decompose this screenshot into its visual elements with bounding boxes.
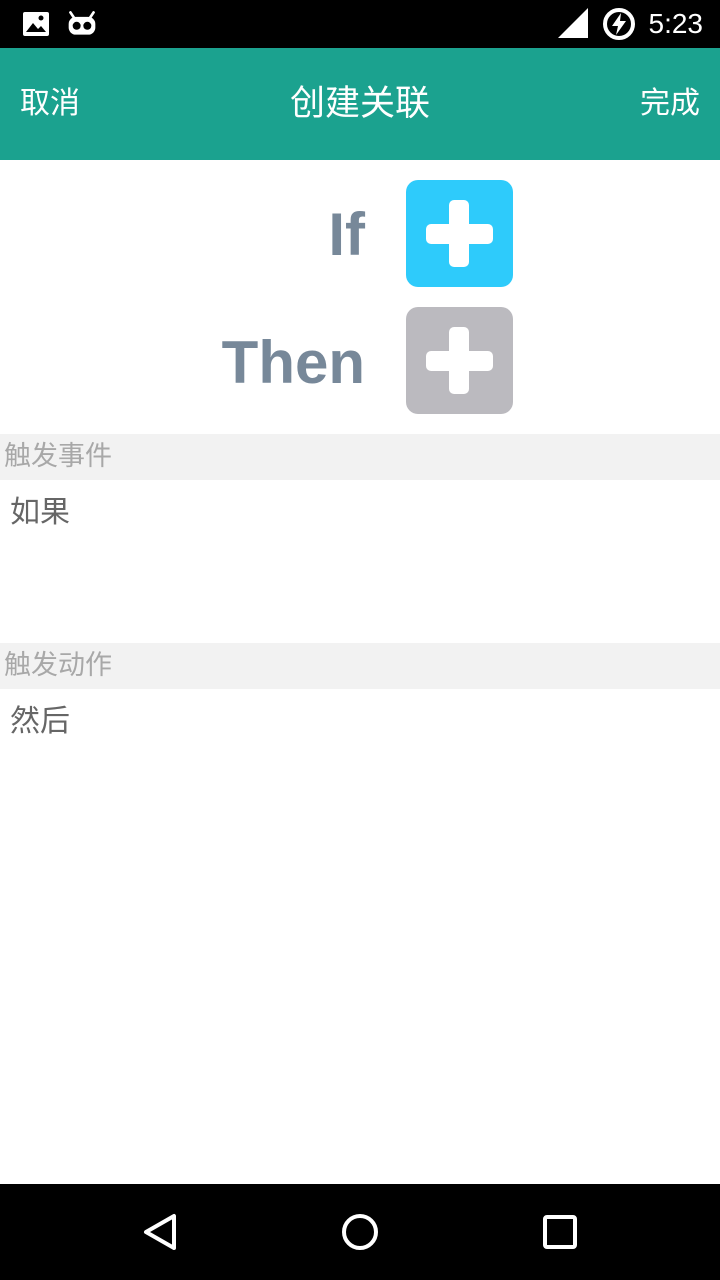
image-icon [23,12,49,36]
bot-icon [68,11,96,35]
battery-charging-icon [603,8,635,40]
navigation-bar [0,1184,720,1280]
trigger-action-body[interactable]: 然后 [0,689,720,849]
trigger-event-header: 触发事件 [0,434,720,480]
if-label: If [328,201,365,268]
trigger-event-value: 如果 [10,495,70,530]
app-bar: 取消 创建关联 完成 [0,48,720,160]
signal-icon [558,8,588,38]
page-title: 创建关联 [289,84,430,124]
home-icon[interactable] [336,1208,384,1256]
status-time: 5:23 [648,8,704,39]
trigger-action-header-label: 触发动作 [4,650,112,681]
status-bar: 5:23 [0,0,720,48]
recents-icon[interactable] [536,1208,584,1256]
trigger-action-header: 触发动作 [0,643,720,689]
back-icon[interactable] [136,1208,184,1256]
trigger-event-header-label: 触发事件 [4,441,112,472]
screen: 5:23 取消 创建关联 完成 If Then 触发事件 如果 触发动作 然后 [0,0,720,1280]
trigger-action-value: 然后 [10,704,70,739]
then-label: Then [221,329,365,396]
trigger-event-body[interactable]: 如果 [0,480,720,643]
add-then-button[interactable] [406,307,513,414]
done-button[interactable]: 完成 [640,84,700,124]
add-if-button[interactable] [406,180,513,287]
